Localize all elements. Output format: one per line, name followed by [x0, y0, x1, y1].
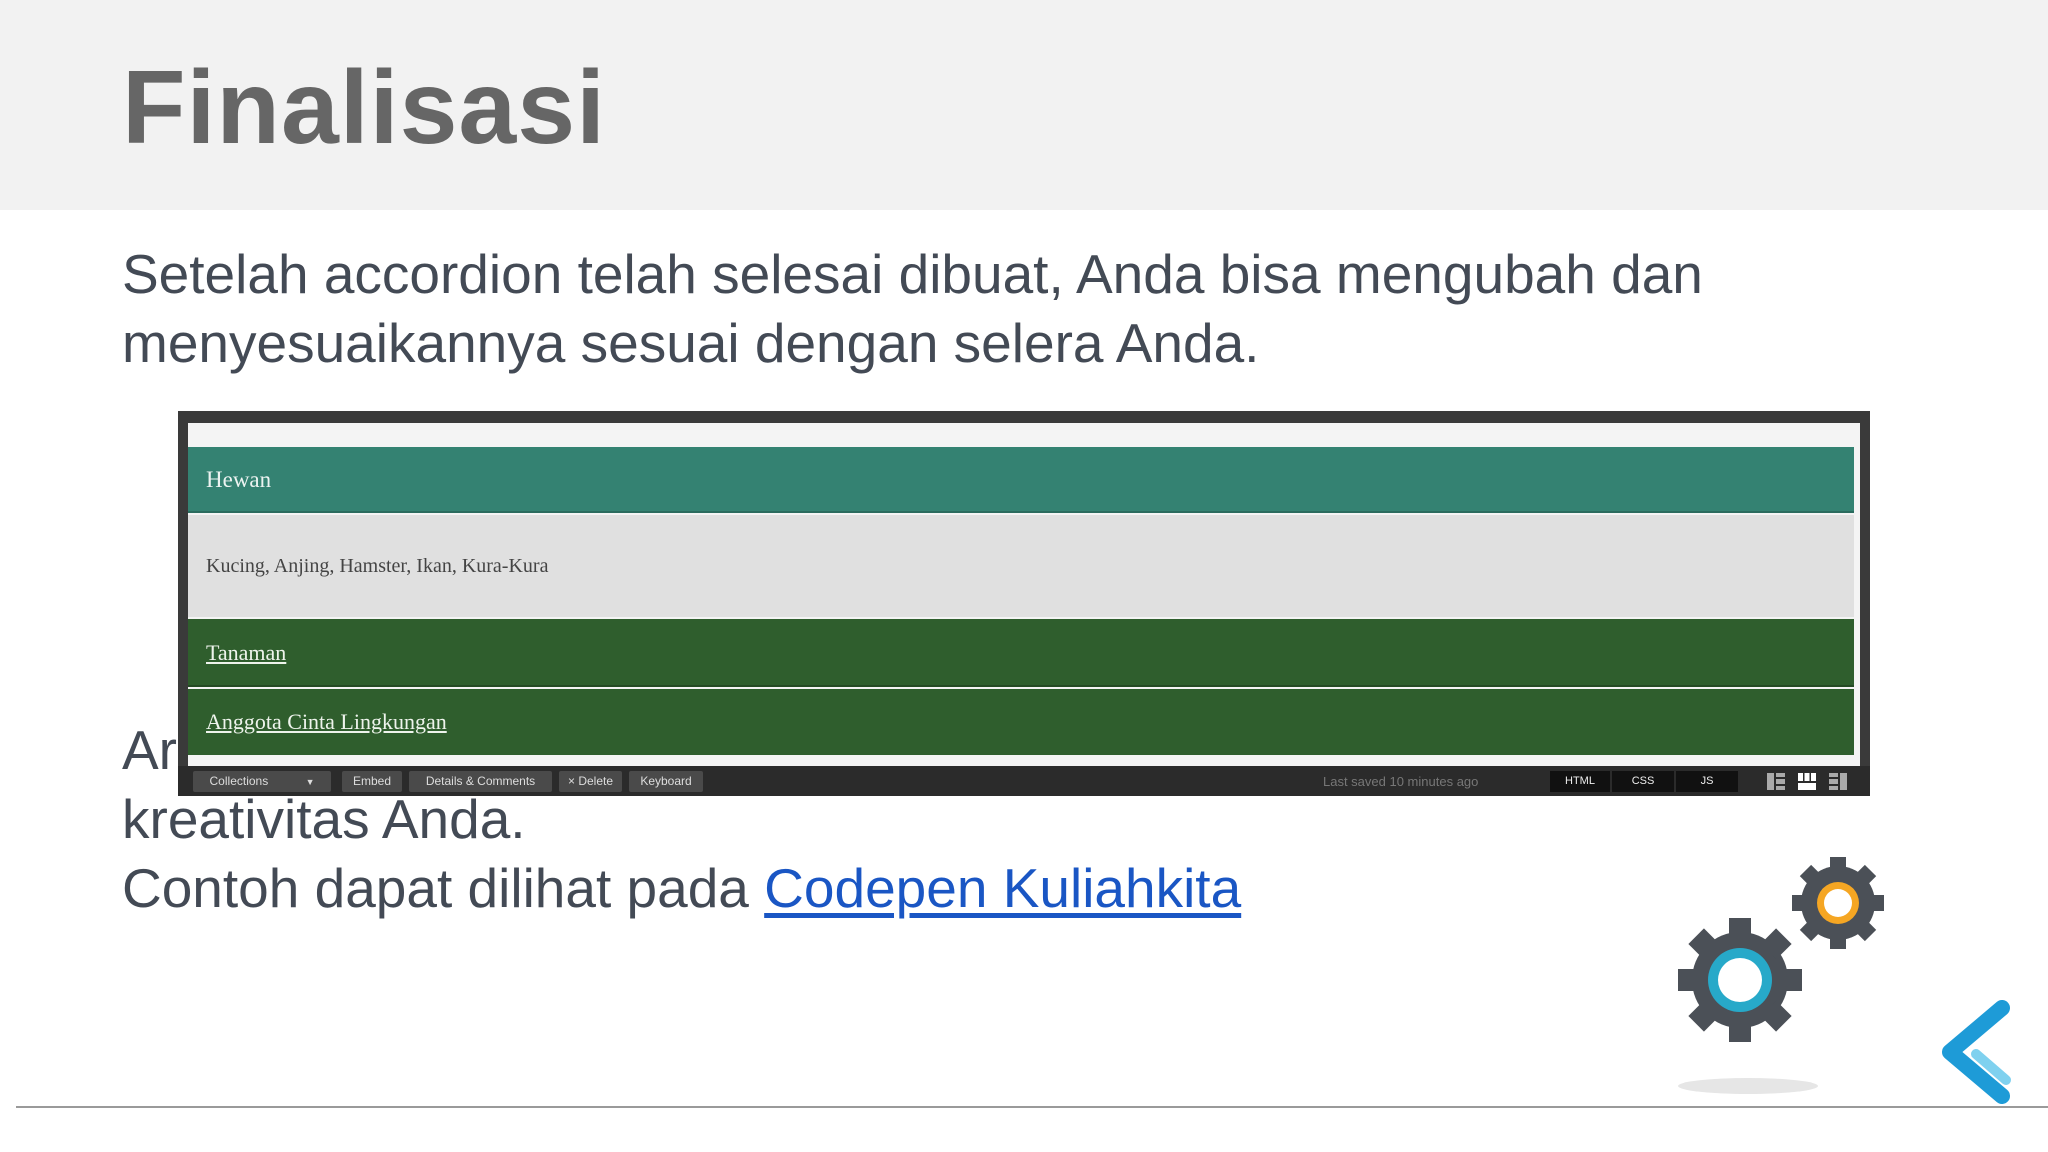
js-toggle[interactable]: JS	[1676, 771, 1738, 792]
example-text: Contoh dapat dilihat pada	[122, 857, 765, 919]
chevron-down-icon: ▼	[305, 777, 315, 787]
collections-label: Collections	[209, 774, 269, 788]
accordion-preview: Hewan Kucing, Anjing, Hamster, Ikan, Kur…	[188, 423, 1860, 766]
layout-left-icon[interactable]	[1767, 773, 1785, 790]
gears-icon	[1678, 857, 1884, 1094]
details-comments-button[interactable]: Details & Comments	[409, 771, 552, 792]
embed-button[interactable]: Embed	[342, 771, 402, 792]
bottom-divider	[16, 1106, 2048, 1108]
layout-top-icon[interactable]	[1798, 773, 1816, 790]
gear-small-icon	[1792, 857, 1884, 949]
accordion-panel-hewan: Kucing, Anjing, Hamster, Ikan, Kura-Kura	[188, 515, 1854, 617]
last-saved-text: Last saved 10 minutes ago	[1323, 774, 1479, 789]
gear-large-icon	[1678, 918, 1802, 1042]
kuliahkita-logo-icon	[1942, 1000, 2011, 1104]
codepen-link[interactable]: Codepen Kuliahkita	[764, 857, 1241, 919]
codepen-toolbar: Collections ▼ Embed Details & Comments ×…	[178, 766, 1870, 796]
paragraph-partial: Ar	[122, 719, 177, 781]
layout-right-icon[interactable]	[1829, 773, 1847, 790]
html-toggle[interactable]: HTML	[1550, 771, 1610, 792]
accordion-header-tanaman[interactable]: Tanaman	[188, 619, 1854, 687]
accordion-screenshot: Hewan Kucing, Anjing, Hamster, Ikan, Kur…	[178, 411, 1870, 796]
delete-button[interactable]: × Delete	[559, 771, 622, 792]
keyboard-button[interactable]: Keyboard	[629, 771, 703, 792]
accordion-header-anggota[interactable]: Anggota Cinta Lingkungan	[188, 689, 1854, 755]
accordion-header-hewan[interactable]: Hewan	[188, 447, 1854, 513]
collections-button[interactable]: Collections ▼	[193, 771, 331, 792]
intro-paragraph: Setelah accordion telah selesai dibuat, …	[122, 243, 1703, 374]
example-paragraph: Contoh dapat dilihat pada Codepen Kuliah…	[122, 854, 1241, 923]
css-toggle[interactable]: CSS	[1612, 771, 1674, 792]
slide-title: Finalisasi	[122, 50, 606, 166]
